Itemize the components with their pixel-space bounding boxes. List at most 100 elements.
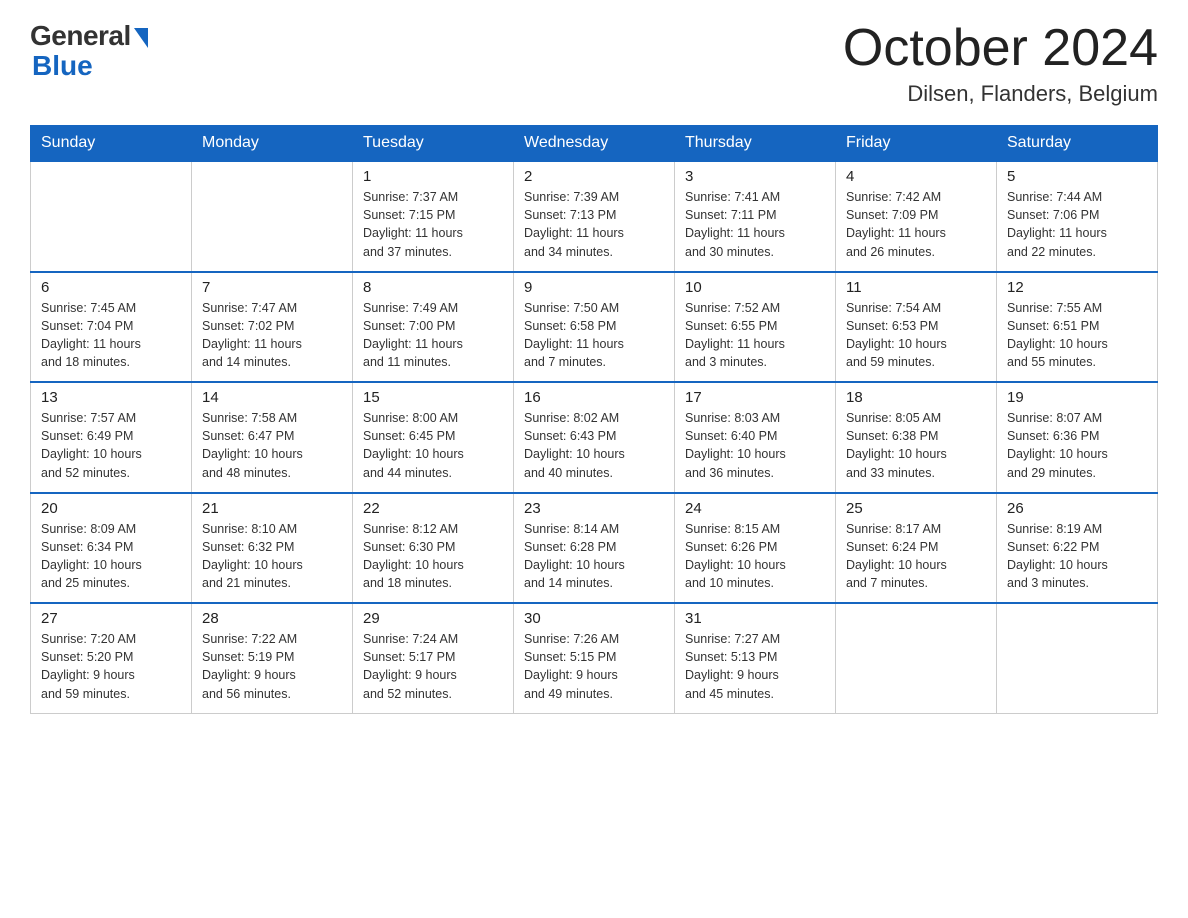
calendar-cell: 17 Sunrise: 8:03 AM Sunset: 6:40 PM Dayli… <box>675 382 836 493</box>
calendar-cell: 28 Sunrise: 7:22 AM Sunset: 5:19 PM Dayli… <box>192 603 353 713</box>
column-header-friday: Friday <box>836 126 997 162</box>
day-number: 14 <box>202 389 342 406</box>
calendar-cell <box>836 603 997 713</box>
day-number: 28 <box>202 610 342 627</box>
calendar-cell: 1 Sunrise: 7:37 AM Sunset: 7:15 PM Daylig… <box>353 161 514 272</box>
day-info: Sunrise: 7:26 AM Sunset: 5:15 PM Dayligh… <box>524 630 664 703</box>
calendar-cell: 27 Sunrise: 7:20 AM Sunset: 5:20 PM Dayli… <box>31 603 192 713</box>
calendar-cell: 5 Sunrise: 7:44 AM Sunset: 7:06 PM Daylig… <box>997 161 1158 272</box>
day-number: 26 <box>1007 500 1147 517</box>
day-info: Sunrise: 7:22 AM Sunset: 5:19 PM Dayligh… <box>202 630 342 703</box>
calendar-cell <box>31 161 192 272</box>
day-number: 8 <box>363 279 503 296</box>
day-info: Sunrise: 7:44 AM Sunset: 7:06 PM Dayligh… <box>1007 188 1147 261</box>
day-number: 12 <box>1007 279 1147 296</box>
day-number: 4 <box>846 168 986 185</box>
day-info: Sunrise: 8:15 AM Sunset: 6:26 PM Dayligh… <box>685 520 825 593</box>
day-number: 9 <box>524 279 664 296</box>
calendar-week-row: 20 Sunrise: 8:09 AM Sunset: 6:34 PM Dayli… <box>31 493 1158 604</box>
day-info: Sunrise: 7:20 AM Sunset: 5:20 PM Dayligh… <box>41 630 181 703</box>
day-info: Sunrise: 7:57 AM Sunset: 6:49 PM Dayligh… <box>41 409 181 482</box>
day-info: Sunrise: 7:42 AM Sunset: 7:09 PM Dayligh… <box>846 188 986 261</box>
day-number: 11 <box>846 279 986 296</box>
day-info: Sunrise: 8:07 AM Sunset: 6:36 PM Dayligh… <box>1007 409 1147 482</box>
day-number: 5 <box>1007 168 1147 185</box>
day-info: Sunrise: 7:50 AM Sunset: 6:58 PM Dayligh… <box>524 299 664 372</box>
day-info: Sunrise: 7:27 AM Sunset: 5:13 PM Dayligh… <box>685 630 825 703</box>
day-number: 23 <box>524 500 664 517</box>
calendar-cell: 13 Sunrise: 7:57 AM Sunset: 6:49 PM Dayli… <box>31 382 192 493</box>
calendar-cell: 25Sunrise: 8:17 AM Sunset: 6:24 PM Dayli… <box>836 493 997 604</box>
day-info: Sunrise: 7:37 AM Sunset: 7:15 PM Dayligh… <box>363 188 503 261</box>
column-header-tuesday: Tuesday <box>353 126 514 162</box>
calendar-cell: 9 Sunrise: 7:50 AM Sunset: 6:58 PM Daylig… <box>514 272 675 383</box>
day-number: 13 <box>41 389 181 406</box>
calendar-cell: 23 Sunrise: 8:14 AM Sunset: 6:28 PM Dayli… <box>514 493 675 604</box>
calendar-week-row: 1 Sunrise: 7:37 AM Sunset: 7:15 PM Daylig… <box>31 161 1158 272</box>
column-header-saturday: Saturday <box>997 126 1158 162</box>
column-header-monday: Monday <box>192 126 353 162</box>
day-info: Sunrise: 8:19 AM Sunset: 6:22 PM Dayligh… <box>1007 520 1147 593</box>
logo-arrow-icon <box>134 28 148 48</box>
calendar-cell: 19Sunrise: 8:07 AM Sunset: 6:36 PM Dayli… <box>997 382 1158 493</box>
day-info: Sunrise: 8:02 AM Sunset: 6:43 PM Dayligh… <box>524 409 664 482</box>
calendar-cell: 16 Sunrise: 8:02 AM Sunset: 6:43 PM Dayli… <box>514 382 675 493</box>
day-info: Sunrise: 8:12 AM Sunset: 6:30 PM Dayligh… <box>363 520 503 593</box>
day-number: 20 <box>41 500 181 517</box>
logo-blue-text: Blue <box>30 50 93 82</box>
day-number: 27 <box>41 610 181 627</box>
calendar-cell: 20 Sunrise: 8:09 AM Sunset: 6:34 PM Dayli… <box>31 493 192 604</box>
day-info: Sunrise: 7:39 AM Sunset: 7:13 PM Dayligh… <box>524 188 664 261</box>
column-header-sunday: Sunday <box>31 126 192 162</box>
calendar-cell: 12 Sunrise: 7:55 AM Sunset: 6:51 PM Dayli… <box>997 272 1158 383</box>
calendar-week-row: 6 Sunrise: 7:45 AM Sunset: 7:04 PM Daylig… <box>31 272 1158 383</box>
calendar-cell <box>997 603 1158 713</box>
calendar-cell: 31 Sunrise: 7:27 AM Sunset: 5:13 PM Dayli… <box>675 603 836 713</box>
day-info: Sunrise: 7:45 AM Sunset: 7:04 PM Dayligh… <box>41 299 181 372</box>
calendar-cell: 11Sunrise: 7:54 AM Sunset: 6:53 PM Dayli… <box>836 272 997 383</box>
month-title: October 2024 <box>843 20 1158 77</box>
day-info: Sunrise: 7:49 AM Sunset: 7:00 PM Dayligh… <box>363 299 503 372</box>
calendar-cell: 6 Sunrise: 7:45 AM Sunset: 7:04 PM Daylig… <box>31 272 192 383</box>
page-header: General Blue October 2024 Dilsen, Flande… <box>30 20 1158 107</box>
calendar-cell <box>192 161 353 272</box>
calendar-cell: 14 Sunrise: 7:58 AM Sunset: 6:47 PM Dayli… <box>192 382 353 493</box>
calendar-cell: 18Sunrise: 8:05 AM Sunset: 6:38 PM Dayli… <box>836 382 997 493</box>
day-number: 3 <box>685 168 825 185</box>
day-info: Sunrise: 8:09 AM Sunset: 6:34 PM Dayligh… <box>41 520 181 593</box>
calendar-cell: 21Sunrise: 8:10 AM Sunset: 6:32 PM Dayli… <box>192 493 353 604</box>
day-number: 24 <box>685 500 825 517</box>
day-info: Sunrise: 8:14 AM Sunset: 6:28 PM Dayligh… <box>524 520 664 593</box>
day-number: 31 <box>685 610 825 627</box>
day-number: 2 <box>524 168 664 185</box>
calendar-cell: 24 Sunrise: 8:15 AM Sunset: 6:26 PM Dayli… <box>675 493 836 604</box>
calendar-cell: 10Sunrise: 7:52 AM Sunset: 6:55 PM Dayli… <box>675 272 836 383</box>
logo: General Blue <box>30 20 148 82</box>
day-number: 22 <box>363 500 503 517</box>
calendar-cell: 2 Sunrise: 7:39 AM Sunset: 7:13 PM Daylig… <box>514 161 675 272</box>
calendar-cell: 22 Sunrise: 8:12 AM Sunset: 6:30 PM Dayli… <box>353 493 514 604</box>
day-number: 21 <box>202 500 342 517</box>
day-info: Sunrise: 7:58 AM Sunset: 6:47 PM Dayligh… <box>202 409 342 482</box>
title-section: October 2024 Dilsen, Flanders, Belgium <box>843 20 1158 107</box>
calendar-week-row: 13 Sunrise: 7:57 AM Sunset: 6:49 PM Dayli… <box>31 382 1158 493</box>
day-number: 16 <box>524 389 664 406</box>
calendar-cell: 30 Sunrise: 7:26 AM Sunset: 5:15 PM Dayli… <box>514 603 675 713</box>
column-header-wednesday: Wednesday <box>514 126 675 162</box>
day-number: 17 <box>685 389 825 406</box>
day-info: Sunrise: 8:05 AM Sunset: 6:38 PM Dayligh… <box>846 409 986 482</box>
calendar-cell: 3Sunrise: 7:41 AM Sunset: 7:11 PM Daylig… <box>675 161 836 272</box>
calendar-cell: 15 Sunrise: 8:00 AM Sunset: 6:45 PM Dayli… <box>353 382 514 493</box>
calendar-cell: 7Sunrise: 7:47 AM Sunset: 7:02 PM Daylig… <box>192 272 353 383</box>
day-info: Sunrise: 8:00 AM Sunset: 6:45 PM Dayligh… <box>363 409 503 482</box>
day-info: Sunrise: 8:03 AM Sunset: 6:40 PM Dayligh… <box>685 409 825 482</box>
day-number: 10 <box>685 279 825 296</box>
day-number: 1 <box>363 168 503 185</box>
location-text: Dilsen, Flanders, Belgium <box>843 81 1158 107</box>
day-number: 30 <box>524 610 664 627</box>
day-info: Sunrise: 7:55 AM Sunset: 6:51 PM Dayligh… <box>1007 299 1147 372</box>
day-number: 6 <box>41 279 181 296</box>
calendar-cell: 8 Sunrise: 7:49 AM Sunset: 7:00 PM Daylig… <box>353 272 514 383</box>
day-number: 7 <box>202 279 342 296</box>
day-number: 15 <box>363 389 503 406</box>
